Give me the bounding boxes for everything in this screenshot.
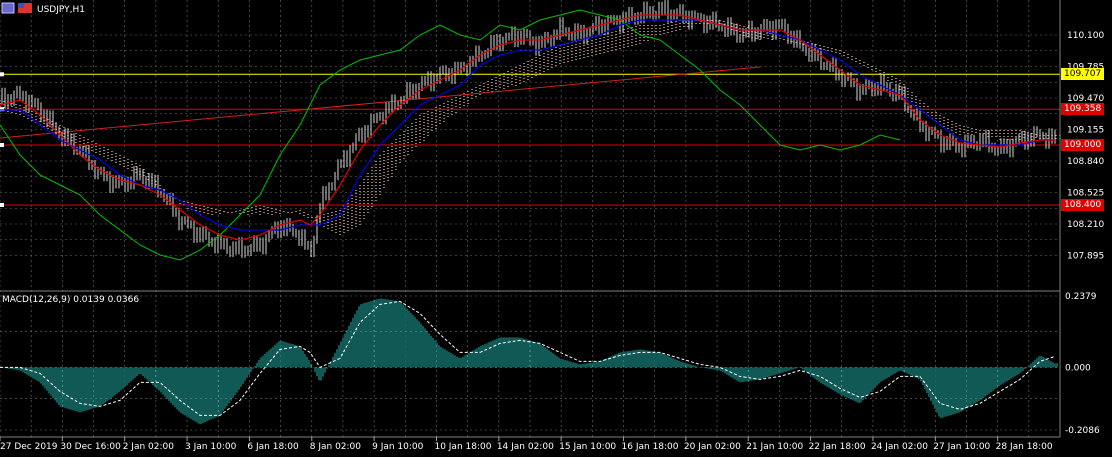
time-tick-label: 9 Jan 10:00 [372,442,424,452]
trend-line[interactable] [0,66,761,139]
time-tick-label: 8 Jan 02:00 [310,442,362,452]
time-tick-label: 27 Dec 2019 [0,442,58,452]
price-tick-label: 108.525 [1067,189,1104,199]
ichimoku-cloud [0,20,1061,235]
time-tick-label: 14 Jan 02:00 [497,442,554,452]
time-tick-label: 22 Jan 18:00 [809,442,866,452]
time-tick-label: 3 Jan 10:00 [185,442,237,452]
macd-tick-label: -0.2086 [1065,426,1100,436]
time-tick-label: 24 Jan 02:00 [871,442,928,452]
price-level-tag: 108.400 [1061,199,1105,211]
macd-histogram [0,298,1058,424]
price-tick-label: 108.840 [1067,157,1104,167]
price-level-handle [0,72,4,77]
time-tick-label: 27 Jan 10:00 [933,442,990,452]
time-tick-label: 6 Jan 18:00 [247,442,299,452]
chart-window-icon [1,2,15,14]
symbol-header: USDJPY,H1 [1,2,85,15]
price-tick-label: 110.100 [1067,31,1104,41]
price-level-tag: 109.000 [1061,139,1105,151]
time-tick-label: 16 Jan 18:00 [622,442,679,452]
time-tick-label: 30 Dec 16:00 [60,442,121,452]
time-axis-labels: 27 Dec 2019 30 Dec 16:00 2 Jan 02:00 3 Jan … [0,437,1053,452]
price-level-tag: 109.358 [1061,103,1105,116]
symbol-label: USDJPY,H1 [37,5,85,15]
time-tick-label: 20 Jan 02:00 [684,442,741,452]
chart-area[interactable]: 110.100109.785109.470109.155108.840108.5… [0,0,1112,457]
tenkan-sen-line [0,14,1055,241]
price-tick-label: 109.155 [1067,126,1104,136]
price-level-handle [0,143,4,147]
time-tick-label: 21 Jan 10:00 [746,442,803,452]
time-tick-label: 28 Jan 18:00 [996,442,1053,452]
time-tick-label: 2 Jan 02:00 [123,442,175,452]
kijun-sen-line [0,19,1055,231]
macd-tick-label: 0.000 [1065,363,1091,373]
macd-title: MACD(12,26,9) 0.0139 0.0366 [2,295,139,305]
price-tick-label: 107.895 [1067,252,1104,262]
price-level-tag: 109.707 [1061,68,1105,81]
time-tick-label: 10 Jan 18:00 [434,442,491,452]
chikou-span-line [0,9,901,261]
time-tick-label: 15 Jan 10:00 [559,442,616,452]
price-bars [1,0,1056,258]
macd-axis-labels: 0.2379 0.000 -0.2086 [1065,292,1100,436]
price-tick-label: 108.210 [1067,220,1104,230]
price-level-handle [0,203,4,207]
macd-tick-label: 0.2379 [1065,292,1097,302]
